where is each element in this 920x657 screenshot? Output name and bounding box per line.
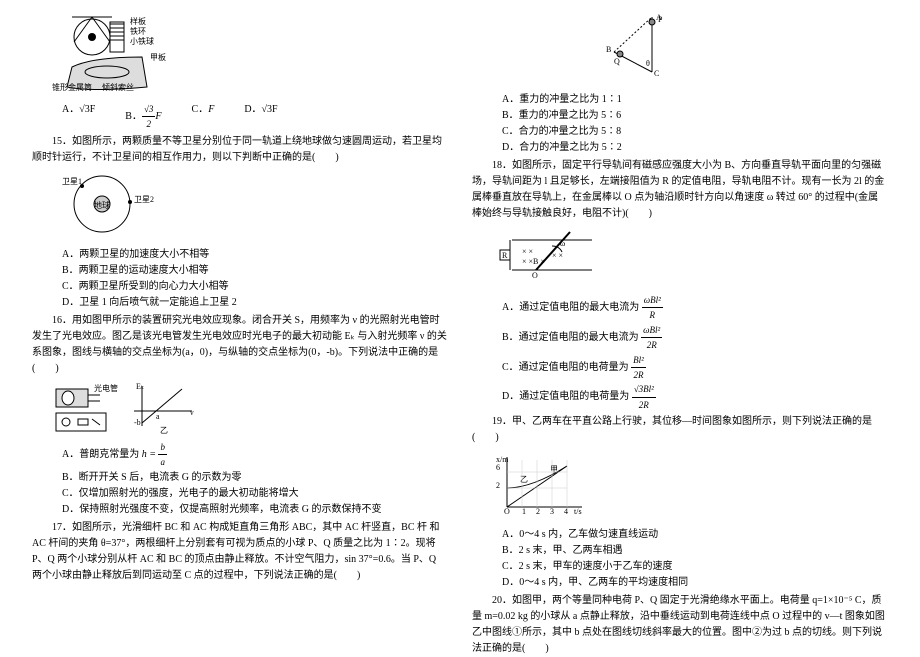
q15-option-b: B．两颗卫星的运动速度大小相等 <box>62 263 448 279</box>
q18-stem: 18．如图所示，固定平行导轨间有磁感应强度大小为 B、方向垂直导轨平面向里的匀强… <box>472 158 888 222</box>
svg-text:1: 1 <box>522 507 526 516</box>
svg-text:光电管: 光电管 <box>94 383 118 393</box>
q14-option-b: B．√32F <box>125 102 161 132</box>
svg-text:θ: θ <box>646 59 650 68</box>
label-f: 倾斜索丝 <box>102 82 134 92</box>
label-a: 样板 <box>130 16 146 26</box>
q15-stem: 15．如图所示，两颗质量不等卫星分别位于同一轨道上绕地球做匀速圆周运动，若卫星均… <box>32 134 448 166</box>
svg-text:t/s: t/s <box>574 507 582 516</box>
q15-option-d: D．卫星 1 向后喷气就一定能追上卫星 2 <box>62 295 448 311</box>
q19-option-b: B．2 s 末，甲、乙两车相遇 <box>502 543 888 559</box>
q14-options: A．√3F B．√32F C．F D．√3F <box>62 102 448 132</box>
svg-text:6: 6 <box>496 463 500 472</box>
q18-option-c: C．通过定值电阻的电荷量为 Bl²2R <box>502 353 888 383</box>
svg-text:C: C <box>654 69 659 78</box>
svg-text:乙: 乙 <box>160 426 168 435</box>
q15-option-a: A．两颗卫星的加速度大小不相等 <box>62 247 448 263</box>
q14-option-d: D．√3F <box>244 102 277 132</box>
svg-text:R: R <box>502 251 508 260</box>
q15-figure: 地球 卫星1 卫星2 <box>52 172 162 237</box>
svg-text:× ×: × × <box>552 251 563 260</box>
q17-option-a: A．重力的冲量之比为 1∶1 <box>502 92 888 108</box>
svg-text:Q: Q <box>614 57 620 66</box>
svg-text:2: 2 <box>536 507 540 516</box>
q17-stem: 17．如图所示，光滑细杆 BC 和 AC 构成矩直角三角形 ABC，其中 AC … <box>32 520 448 584</box>
svg-text:O: O <box>504 507 510 516</box>
svg-text:3: 3 <box>550 507 554 516</box>
q19-stem: 19．甲、乙两车在平直公路上行驶，其位移—时间图象如图所示，则下列说法正确的是(… <box>472 414 888 446</box>
q16-option-b: B．断开开关 S 后，电流表 G 的示数为零 <box>62 470 448 486</box>
svg-text:× ×B ×: × ×B × <box>522 257 545 266</box>
svg-text:卫星2: 卫星2 <box>134 195 154 204</box>
q17-figure: A P B Q C θ <box>602 12 682 82</box>
q18-option-b: B．通过定值电阻的最大电流为 ωBl²2R <box>502 323 888 353</box>
q18-option-d: D．通过定值电阻的电荷量为 √3Bl²2R <box>502 382 888 412</box>
q20-stem: 20．如图甲，两个等量同种电荷 P、Q 固定于光滑绝缘水平面上。电荷量 q=1×… <box>472 593 888 657</box>
svg-text:Eₖ: Eₖ <box>136 382 144 391</box>
q19-option-c: C．2 s 末，甲车的速度小于乙车的速度 <box>502 559 888 575</box>
label-b: 铁环 <box>130 26 146 36</box>
q17-option-d: D．合力的冲量之比为 5∶2 <box>502 140 888 156</box>
svg-text:ν: ν <box>190 408 194 417</box>
label-d: 甲板 <box>150 52 166 62</box>
svg-text:-b: -b <box>134 418 141 427</box>
svg-text:地球: 地球 <box>94 200 110 210</box>
label-c: 小铁球 <box>130 36 154 46</box>
svg-text:2: 2 <box>496 481 500 490</box>
q16-option-c: C．仅增加照射光的强度，光电子的最大初动能将增大 <box>62 486 448 502</box>
svg-text:4: 4 <box>564 507 568 516</box>
svg-text:P: P <box>658 15 663 24</box>
svg-text:甲: 甲 <box>550 465 558 474</box>
q19-option-a: A．0～4 s 内，乙车做匀速直线运动 <box>502 527 888 543</box>
svg-text:ω: ω <box>560 239 565 248</box>
q17-option-c: C．合力的冲量之比为 5∶8 <box>502 124 888 140</box>
right-column: A P B Q C θ A．重力的冲量之比为 1∶1 B．重力的冲量之比为 5∶… <box>460 8 900 643</box>
left-column: 样板 铁环 小铁球 甲板 锥形金属筒 倾斜索丝 A．√3F B．√32F C．F… <box>20 8 460 643</box>
svg-text:卫星1: 卫星1 <box>62 177 82 186</box>
q16-option-a: A．普朗克常量为 h = ba <box>62 440 448 470</box>
svg-text:乙: 乙 <box>520 475 528 484</box>
svg-text:× ×: × × <box>522 247 533 256</box>
q18-figure: R O × × × ×B × × × ω <box>492 228 602 283</box>
svg-text:O: O <box>532 271 538 280</box>
svg-text:a: a <box>156 412 160 421</box>
q16-stem: 16．用如图甲所示的装置研究光电效应现象。闭合开关 S，用频率为 ν 的光照射光… <box>32 313 448 377</box>
q17-option-b: B．重力的冲量之比为 5∶6 <box>502 108 888 124</box>
q14-option-c: C．F <box>192 102 215 132</box>
svg-text:B: B <box>606 45 611 54</box>
q15-option-c: C．两颗卫星所受到的向心力大小相等 <box>62 279 448 295</box>
q14-figure: 样板 铁环 小铁球 甲板 锥形金属筒 倾斜索丝 <box>52 12 182 92</box>
q16-figure: 光电管 Eₖ ν a -b 乙 <box>52 381 440 436</box>
label-e: 锥形金属筒 <box>52 82 92 92</box>
q14-option-a: A．√3F <box>62 102 95 132</box>
q18-option-a: A．通过定值电阻的最大电流为 ωBl²R <box>502 293 888 323</box>
q19-option-d: D．0～4 s 内，甲、乙两车的平均速度相同 <box>502 575 888 591</box>
q19-figure: x/m t/s 6 2 O 1 2 3 4 甲 乙 <box>492 452 592 517</box>
q16-option-d: D．保持照射光强度不变，仅提高照射光频率，电流表 G 的示数保持不变 <box>62 502 448 518</box>
